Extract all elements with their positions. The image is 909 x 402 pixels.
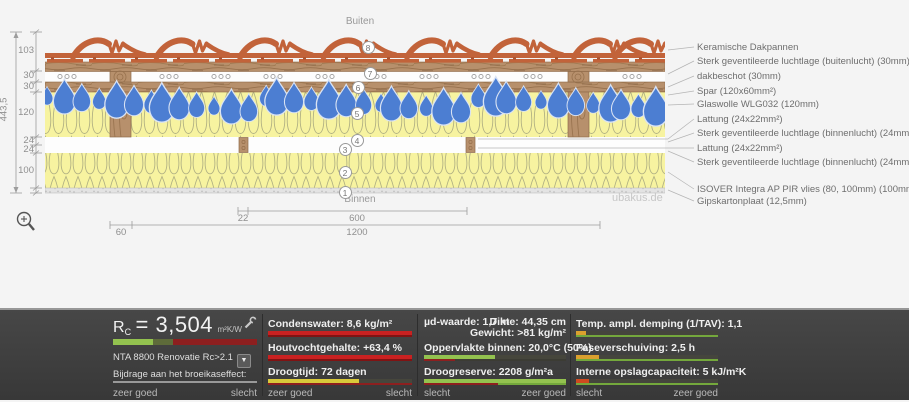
stat-bar xyxy=(268,379,412,385)
rc-rating-bar xyxy=(113,339,257,345)
stat-bar xyxy=(424,355,566,361)
layer-marker[interactable]: 6 xyxy=(352,81,365,94)
panel-divider xyxy=(417,314,418,396)
stat-label: Condenswater: 8,6 kg/m² xyxy=(268,318,392,330)
weight-value: Gewicht: >81 kg/m² xyxy=(470,327,566,339)
dim-600: 600 xyxy=(337,213,377,224)
layer-marker[interactable]: 1 xyxy=(339,186,352,199)
rc-value: RC = 3,504 m²K/W xyxy=(113,312,242,338)
stat-bar xyxy=(268,355,412,361)
layer-marker[interactable]: 3 xyxy=(339,143,352,156)
layer-marker[interactable]: 5 xyxy=(351,107,364,120)
layer-label: Lattung (24x22mm²) xyxy=(697,143,783,154)
rc-subscript: C xyxy=(125,327,132,337)
stat-bar xyxy=(576,379,718,385)
dropdown-button[interactable]: ▼ xyxy=(237,354,251,368)
norm-preset-label: NTA 8800 Renovatie Rc>2.1 xyxy=(113,352,233,363)
stat-label: Oppervlakte binnen: 20,0°C (50%) xyxy=(424,342,592,354)
layer-marker[interactable]: 7 xyxy=(364,67,377,80)
dim-1200: 1200 xyxy=(335,227,379,238)
layer-label: Lattung (24x22mm²) xyxy=(697,114,783,125)
roof-cross-section: Buiten Binnen ubakus.de 443,5 22 600 60 … xyxy=(0,0,909,308)
layer-label: Sterk geventileerde luchtlage (binnenluc… xyxy=(697,128,909,139)
results-panel: RC = 3,504 m²K/W NTA 8800 Renovatie Rc>2… xyxy=(0,308,909,400)
layer-marker[interactable]: 8 xyxy=(362,41,375,54)
layer-stack xyxy=(41,40,687,193)
stat-label: Houtvochtgehalte: +63,4 % xyxy=(268,342,402,354)
stat-label: Temp. ampl. demping (1/TAV): 1,1 xyxy=(576,318,742,330)
layer-dim: 103 xyxy=(12,45,34,56)
rc-number: = 3,504 xyxy=(136,312,214,337)
layer-label: Spar (120x60mm²) xyxy=(697,86,776,97)
layer-dim: 30 xyxy=(12,81,34,92)
stat-label: Faseverschuiving: 2,5 h xyxy=(576,342,695,354)
scale-right: slecht xyxy=(231,388,257,399)
layer-dim: 100 xyxy=(12,165,34,176)
outside-label: Buiten xyxy=(340,16,380,27)
greenhouse-bar xyxy=(113,381,257,383)
zoom-in-icon[interactable] xyxy=(18,213,35,231)
rc-column: RC = 3,504 m²K/W NTA 8800 Renovatie Rc>2… xyxy=(113,310,257,402)
total-height-dim: 443,5 xyxy=(0,90,10,130)
stat-bar xyxy=(424,379,566,385)
wrench-icon[interactable] xyxy=(243,316,257,330)
scale-right: zeer goed xyxy=(674,388,718,399)
stat-label: Droogreserve: 2208 g/m²a xyxy=(424,366,553,378)
layer-label: ISOVER Integra AP PIR vlies (80, 100mm) … xyxy=(697,184,909,195)
layer-label: dakbeschot (30mm) xyxy=(697,71,781,82)
surface-column: µd-waarde: 1,7 m Dikte: 44,35 cm Gewicht… xyxy=(424,310,566,402)
thermal-column: slecht zeer goed Temp. ampl. demping (1/… xyxy=(576,310,718,402)
scale-right: slecht xyxy=(386,388,412,399)
layer-dim: 30 xyxy=(12,70,34,81)
dim-22: 22 xyxy=(235,213,251,224)
rc-unit: m²K/W xyxy=(217,325,241,334)
norm-preset[interactable]: NTA 8800 Renovatie Rc>2.1 ▼ xyxy=(113,352,251,368)
scale-left: slecht xyxy=(576,388,602,399)
dim-60: 60 xyxy=(104,227,138,238)
panel-divider xyxy=(570,314,571,396)
scale-right: zeer goed xyxy=(522,388,566,399)
stat-label: Interne opslagcapaciteit: 5 kJ/m²K xyxy=(576,366,746,378)
stat-bar xyxy=(268,331,412,337)
layer-label: Glaswolle WLG032 (120mm) xyxy=(697,99,819,110)
layer-label: Keramische Dakpannen xyxy=(697,42,798,53)
rc-symbol: R xyxy=(113,319,125,336)
ubakus-construction-view: Buiten Binnen ubakus.de 443,5 22 600 60 … xyxy=(0,0,909,400)
layer-label: Sterk geventileerde luchtlage (buitenluc… xyxy=(697,56,909,67)
panel-divider xyxy=(262,314,263,396)
layer-dim: 24 xyxy=(12,144,34,155)
watermark: ubakus.de xyxy=(612,192,663,204)
scale-left: zeer goed xyxy=(268,388,312,399)
moisture-column: zeer goed slecht Condenswater: 8,6 kg/m²… xyxy=(268,310,412,402)
scale-left: zeer goed xyxy=(113,388,157,399)
stat-label: Droogtijd: 72 dagen xyxy=(268,366,367,378)
stat-bar xyxy=(576,355,718,361)
greenhouse-label: Bijdrage aan het broeikaseffect: xyxy=(113,369,246,380)
layer-label: Gipskartonplaat (12,5mm) xyxy=(697,196,807,207)
stat-bar xyxy=(576,331,718,337)
layer-marker[interactable]: 2 xyxy=(339,166,352,179)
scale-left: slecht xyxy=(424,388,450,399)
layer-marker[interactable]: 4 xyxy=(351,134,364,147)
layer-label: Sterk geventileerde luchtlage (binnenluc… xyxy=(697,157,909,168)
layer-dim: 120 xyxy=(12,107,34,118)
